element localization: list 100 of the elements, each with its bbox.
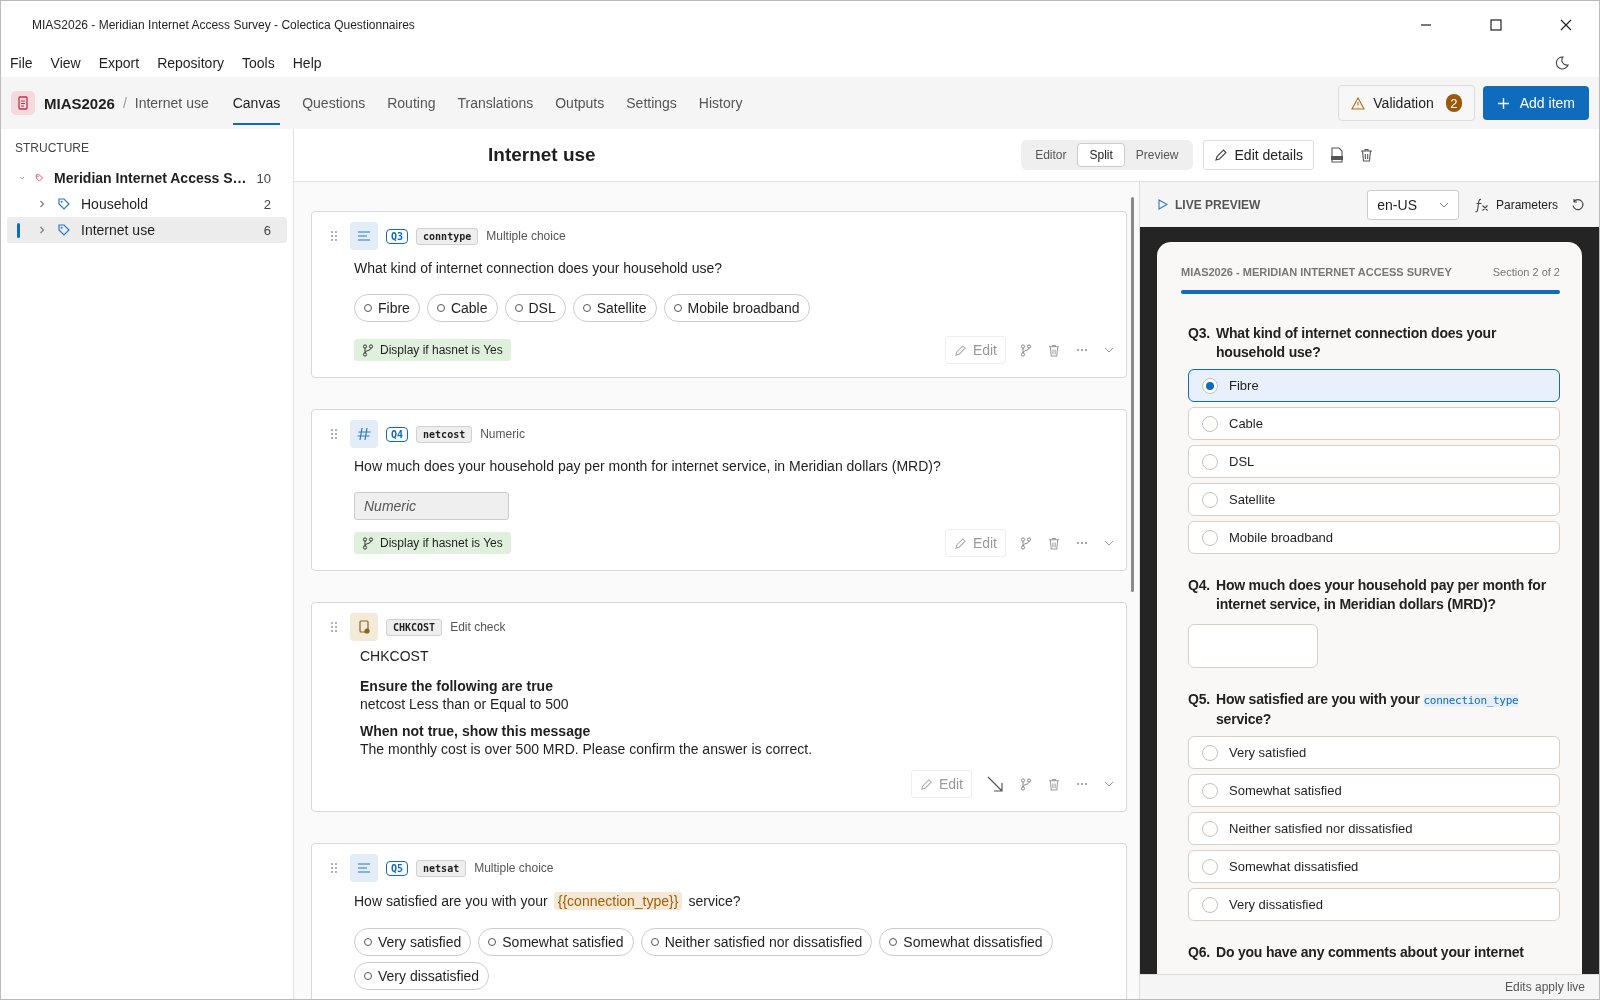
scrollbar[interactable] [1131,197,1134,592]
number-input[interactable] [1188,624,1318,668]
menu-item[interactable]: Export [98,54,140,71]
variable-token: {{connection_type}} [553,892,683,910]
answer-option[interactable]: Fibre [1188,369,1560,402]
clipboard-check-icon [350,613,378,641]
question-number: Q4. [1188,576,1210,595]
hash-icon [350,420,378,448]
condition-tag[interactable]: Display if hasnet is Yes [354,339,511,361]
tab[interactable]: Canvas [232,81,281,125]
item-type: Multiple choice [486,229,566,243]
tab[interactable]: Translations [457,81,534,125]
list-icon [350,854,378,882]
branch-icon[interactable] [1020,777,1032,791]
tab[interactable]: Questions [302,81,366,125]
drag-handle-icon[interactable] [330,862,338,874]
drag-handle-icon[interactable] [330,428,338,440]
section-indicator: Section 2 of 2 [1492,266,1560,278]
moon-icon[interactable] [1555,55,1569,70]
chevron-down-icon[interactable] [1104,540,1114,546]
branch-icon[interactable] [1020,536,1032,550]
tree-item[interactable]: Household 2 [7,191,287,217]
check-text: netcost Less than or Equal to 500 [360,696,570,712]
check-text: The monthly cost is over 500 MRD. Please confirm the answer is correct. [360,741,814,757]
trash-icon[interactable] [1360,148,1373,162]
maximize-icon[interactable] [1490,18,1502,31]
tag-icon [57,223,71,237]
list-icon [350,222,378,250]
project-code[interactable]: MIAS2026 [44,94,115,112]
pencil-icon [953,536,967,550]
preview-heading: LIVE PREVIEW [1175,197,1261,212]
variable-name: CHKCOST [386,618,443,636]
play-icon [1158,199,1168,210]
branch-icon [362,343,374,357]
question-number: Q3 [386,228,409,244]
add-item-button[interactable]: Add item [1482,86,1589,120]
answer-option[interactable]: Very satisfied [1188,736,1560,769]
menu-item[interactable]: File [10,54,33,71]
question-text: How satisfied are you with your [354,893,548,909]
view-mode-tab[interactable]: Preview [1124,143,1190,167]
chevron-down-icon[interactable] [1104,781,1114,787]
menu-item[interactable]: Tools [242,54,275,71]
sidebar-heading: STRUCTURE [14,140,90,157]
more-icon[interactable] [1076,348,1088,352]
question-text: What kind of internet connection does your household use? [1215,324,1498,362]
answer-option[interactable]: Satellite [1188,483,1560,516]
view-mode-tab[interactable]: Split [1077,143,1125,167]
pencil-icon [1213,148,1228,162]
menu-item[interactable]: Repository [157,54,225,71]
drag-handle-icon[interactable] [330,230,338,242]
edit-details-button[interactable]: Edit details [1202,140,1314,170]
close-icon[interactable] [1560,18,1572,31]
view-mode-tab[interactable]: Editor [1024,143,1078,167]
question-number: Q3. [1188,324,1210,343]
item-type: Edit check [450,620,506,634]
answer-option[interactable]: Neither satisfied nor dissatisfied [1188,812,1560,845]
branch-icon[interactable] [1020,343,1032,357]
tree-item[interactable]: Meridian Internet Access S… 10 [7,165,287,191]
tab[interactable]: Routing [387,81,436,125]
menu-item[interactable]: Help [292,54,322,71]
chevron-icon [37,199,47,209]
function-icon [1473,196,1490,213]
question-number: Q4 [386,426,409,442]
pencil-icon [953,343,967,357]
arrow-icon[interactable] [986,775,1004,793]
parameters-button[interactable]: Parameters [1473,196,1558,213]
page-title: Internet use [488,144,596,166]
question-text: Do you have any comments about your internet [1215,943,1524,962]
question-number: Q5. [1188,690,1210,709]
numeric-field: Numeric [354,492,509,520]
breadcrumb[interactable]: Internet use [134,95,209,111]
chevron-icon [37,225,47,235]
breadcrumb-separator: / [122,95,127,111]
answer-option[interactable]: Somewhat satisfied [1188,774,1560,807]
more-icon[interactable] [1076,541,1088,545]
validation-button[interactable]: Validation 2 [1338,85,1475,121]
language-dropdown[interactable]: en-US [1367,189,1459,220]
answer-option[interactable]: Cable [1188,407,1560,440]
chevron-down-icon[interactable] [1104,347,1114,353]
answer-option[interactable]: DSL [1188,445,1560,478]
variable-name: netsat [416,859,467,877]
warning-icon [1351,96,1366,110]
answer-option[interactable]: Very dissatisfied [1188,888,1560,921]
tree-item[interactable]: Internet use 6 [7,217,287,243]
question-text: What kind of internet connection does your household use? [354,260,723,276]
more-icon[interactable] [1076,782,1088,786]
refresh-icon[interactable] [1571,197,1585,212]
tab[interactable]: Outputs [555,81,605,125]
check-heading: When not true, show this message [360,723,592,739]
tab[interactable]: Settings [626,81,677,125]
question-text: service? [688,893,741,909]
drag-handle-icon[interactable] [330,621,338,633]
check-name: CHKCOST [360,648,430,664]
tab[interactable]: History [698,81,743,125]
answer-option[interactable]: Somewhat dissatisfied [1188,850,1560,883]
chevron-down-icon [1438,201,1449,208]
menu-item[interactable]: View [50,54,81,71]
answer-option[interactable]: Mobile broadband [1188,521,1560,554]
variable-name: conntype [416,227,479,245]
condition-tag[interactable]: Display if hasnet is Yes [354,532,511,554]
